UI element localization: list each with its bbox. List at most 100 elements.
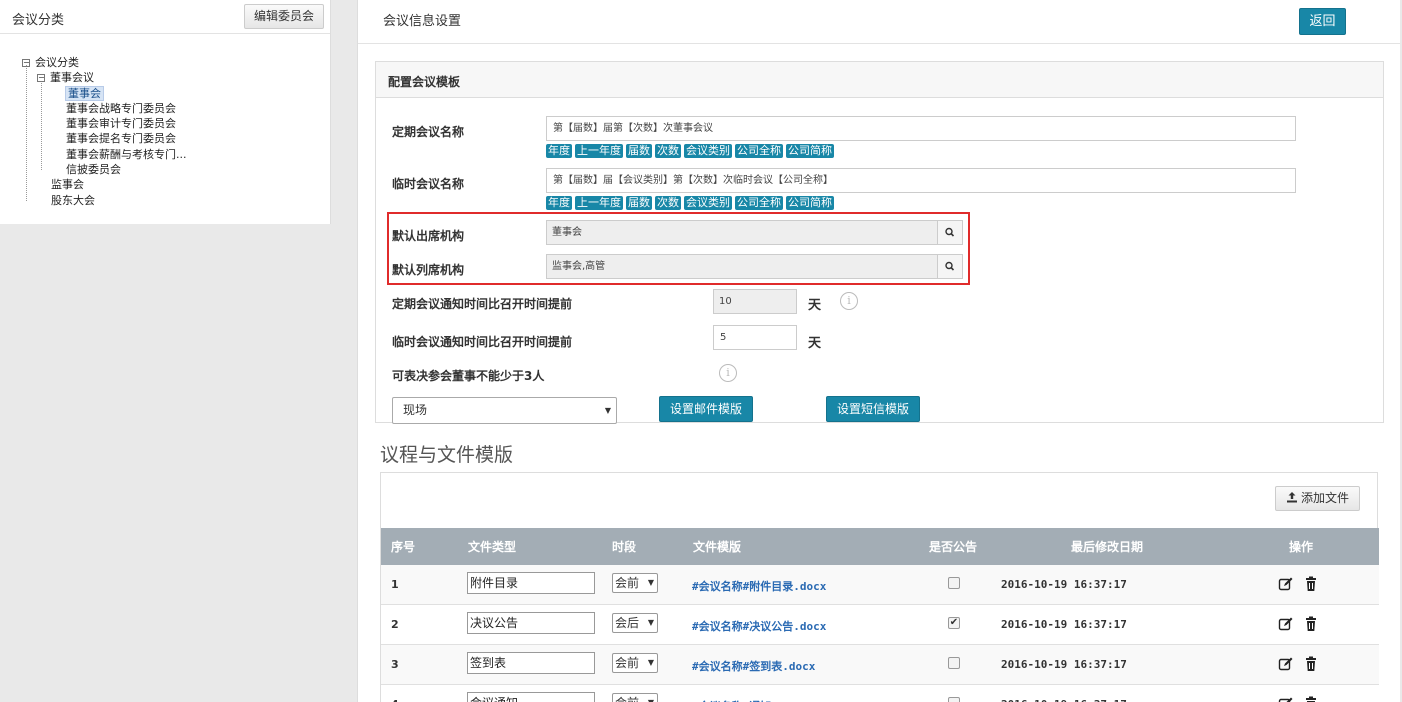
observe-org-search-button[interactable]	[937, 254, 963, 279]
col-actions: 操作	[1289, 540, 1314, 554]
tree-node-label: 监事会	[51, 178, 84, 192]
regular-name-tags: 年度 上一年度 届数 次数 会议类别 公司全称 公司简称	[546, 144, 834, 158]
announce-checkbox[interactable]: ✔	[948, 617, 960, 629]
temp-notice-label: 临时会议通知时间比召开时间提前	[392, 335, 573, 349]
email-template-button[interactable]: 设置邮件模版	[659, 396, 753, 422]
collapse-icon[interactable]: −	[22, 59, 30, 67]
edit-icon[interactable]	[1278, 616, 1294, 632]
table-row: 3 签到表 会前 ▼ #会议名称#签到表.docx 2016-10-19 16:37:17	[381, 645, 1379, 685]
tree-node-board-item[interactable]: 董事会	[22, 85, 187, 101]
observe-org-input[interactable]: 监事会,高管	[546, 254, 939, 279]
tag-company-full[interactable]: 公司全称	[735, 196, 783, 210]
table-row: 2 决议公告 会后 ▼ #会议名称#决议公告.docx ✔ 2016-10-19 16:37…	[381, 605, 1379, 645]
tree-node-board-item[interactable]: 董事会薪酬与考核专门...	[22, 147, 187, 162]
info-icon[interactable]: i	[719, 364, 737, 382]
add-file-label: 添加文件	[1300, 491, 1349, 505]
meeting-mode-select[interactable]: 现场 ▼	[392, 397, 617, 424]
template-config-title: 配置会议模板	[388, 75, 461, 89]
tree-node-label: 董事会战略专门委员会	[66, 101, 176, 115]
tag-session[interactable]: 次数	[655, 144, 681, 158]
col-no: 序号	[391, 540, 416, 554]
tag-last-year[interactable]: 上一年度	[575, 144, 623, 158]
tree-node-board[interactable]: − 董事会议	[22, 70, 187, 85]
collapse-icon[interactable]: −	[37, 74, 45, 83]
tag-meeting-type[interactable]: 会议类别	[684, 144, 732, 158]
tree-node-board-item[interactable]: 董事会提名专门委员会	[22, 131, 187, 146]
page-title: 会议信息设置	[383, 14, 462, 29]
add-file-button[interactable]: 添加文件	[1274, 486, 1360, 511]
trash-icon[interactable]	[1303, 576, 1319, 592]
period-select[interactable]: 会前 ▼	[612, 653, 658, 673]
file-type-input[interactable]: 决议公告	[467, 612, 595, 634]
tree-node-label: 股东大会	[51, 193, 95, 207]
category-tree: − 会议分类 − 董事会议 董事会 董事会战略专门委员会 董事会审计专门委员会 董事…	[22, 55, 187, 208]
chevron-down-icon: ▼	[647, 578, 654, 587]
modified-date: 2016-10-19 16:37:17	[1001, 698, 1127, 702]
template-link[interactable]: #会议名称#附件目录.docx	[692, 578, 826, 594]
tag-company-short[interactable]: 公司简称	[786, 144, 834, 158]
tag-meeting-type[interactable]: 会议类别	[684, 196, 732, 210]
edit-icon[interactable]	[1278, 656, 1294, 672]
category-panel-header: 会议分类 编辑委员会	[0, 0, 330, 34]
back-button[interactable]: 返回	[1299, 8, 1346, 35]
period-select[interactable]: 会后 ▼	[612, 613, 658, 633]
edit-committee-button[interactable]: 编辑委员会	[243, 4, 324, 29]
trash-icon[interactable]	[1303, 616, 1319, 632]
period-select[interactable]: 会前 ▼	[612, 693, 658, 702]
attend-org-input[interactable]: 董事会	[546, 220, 939, 245]
tree-node-board-item[interactable]: 信披委员会	[22, 162, 187, 177]
info-icon[interactable]: i	[840, 292, 858, 310]
edit-icon[interactable]	[1278, 576, 1294, 592]
template-config-header: 配置会议模板	[376, 62, 1383, 98]
file-type-input[interactable]: 附件目录	[467, 572, 595, 594]
col-modified: 最后修改日期	[1071, 540, 1144, 554]
quorum-label: 可表决参会董事不能少于3人	[392, 369, 545, 383]
regular-name-input[interactable]: 第【届数】届第【次数】次董事会议	[546, 116, 1296, 141]
announce-checkbox[interactable]	[948, 697, 960, 702]
attend-org-search-button[interactable]	[937, 220, 963, 245]
announce-checkbox[interactable]	[948, 657, 960, 669]
table-row: 1 附件目录 会前 ▼ #会议名称#附件目录.docx 2016-10-19 16:37:…	[381, 565, 1379, 605]
tag-year[interactable]: 年度	[546, 144, 572, 158]
tree-node-supervisory[interactable]: 监事会	[22, 177, 187, 192]
tag-term[interactable]: 届数	[626, 144, 652, 158]
chevron-down-icon: ▼	[604, 406, 611, 415]
row-number: 1	[391, 578, 399, 591]
upload-icon	[1286, 492, 1297, 503]
tree-node-shareholders[interactable]: 股东大会	[22, 193, 187, 208]
tag-company-short[interactable]: 公司简称	[786, 196, 834, 210]
template-link[interactable]: #会议名称#决议公告.docx	[692, 618, 826, 634]
tree-node-label-selected: 董事会	[65, 85, 104, 101]
temp-name-label: 临时会议名称	[392, 177, 465, 191]
template-link[interactable]: #会议名称#签到表.docx	[692, 658, 815, 674]
tag-last-year[interactable]: 上一年度	[575, 196, 623, 210]
tree-node-label: 会议分类	[35, 56, 79, 69]
chevron-down-icon: ▼	[648, 694, 654, 702]
announce-checkbox[interactable]	[948, 577, 960, 589]
template-link[interactable]: #会议名称#通知.docx	[692, 698, 804, 702]
sms-template-button[interactable]: 设置短信模版	[826, 396, 920, 422]
day-unit: 天	[808, 336, 822, 351]
tag-term[interactable]: 届数	[626, 196, 652, 210]
files-section-title: 议程与文件模版	[380, 444, 514, 466]
modified-date: 2016-10-19 16:37:17	[1001, 618, 1127, 631]
file-type-input[interactable]: 签到表	[467, 652, 595, 674]
edit-icon[interactable]	[1278, 696, 1294, 702]
trash-icon[interactable]	[1303, 656, 1319, 672]
tag-year[interactable]: 年度	[546, 196, 572, 210]
tree-node-board-item[interactable]: 董事会审计专门委员会	[22, 116, 187, 131]
temp-notice-days-input[interactable]: 5	[713, 325, 797, 350]
period-select[interactable]: 会前 ▼	[612, 573, 658, 593]
regular-notice-days-input[interactable]: 10	[713, 289, 797, 314]
trash-icon[interactable]	[1303, 696, 1319, 702]
tree-node-board-item[interactable]: 董事会战略专门委员会	[22, 101, 187, 116]
files-table-header: 序号 文件类型 时段 文件模版 是否公告 最后修改日期 操作	[381, 528, 1379, 565]
tree-node-root[interactable]: − 会议分类	[22, 55, 187, 70]
tag-session[interactable]: 次数	[655, 196, 681, 210]
temp-name-input[interactable]: 第【届数】届【会议类别】第【次数】次临时会议【公司全称】	[546, 168, 1296, 193]
temp-name-tags: 年度 上一年度 届数 次数 会议类别 公司全称 公司简称	[546, 196, 834, 210]
file-type-input[interactable]: 会议通知	[467, 692, 595, 702]
day-unit: 天	[808, 298, 822, 313]
tag-company-full[interactable]: 公司全称	[735, 144, 783, 158]
template-config-panel: 配置会议模板 定期会议名称 第【届数】届第【次数】次董事会议 年度 上一年度 届…	[375, 61, 1384, 424]
